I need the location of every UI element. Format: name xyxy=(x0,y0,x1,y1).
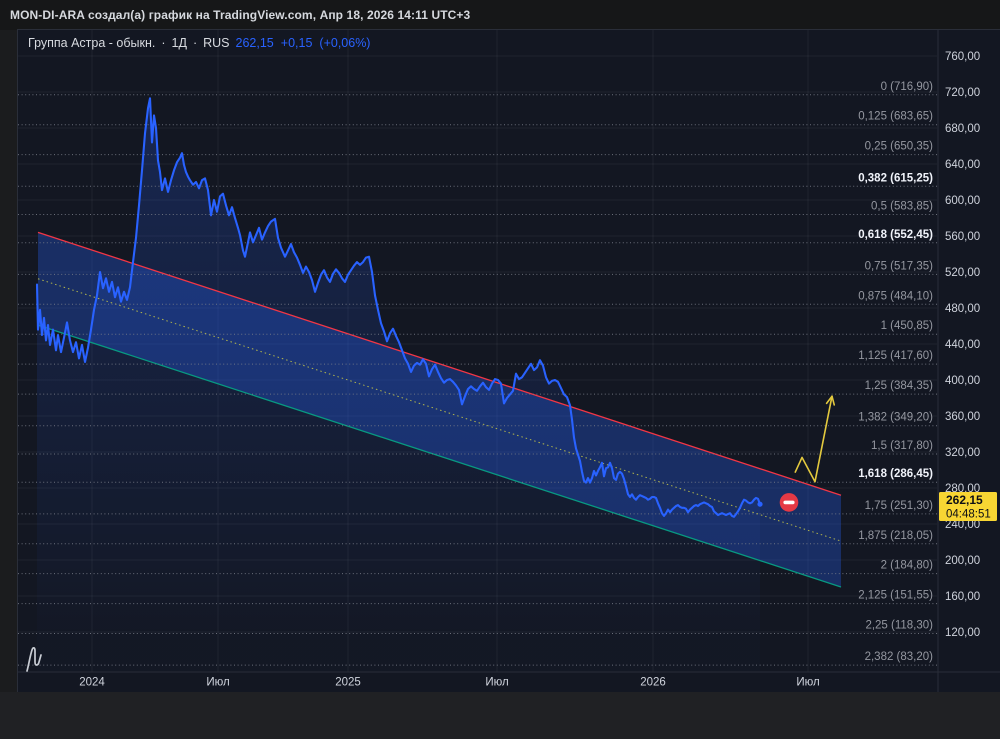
chart-canvas[interactable]: 0 (716,90) 0,125 (683,65) 0,25 (650,35) 0,3… xyxy=(18,30,1000,692)
symbol-title: Группа Астра - обыкн. xyxy=(28,36,156,50)
arrow-head xyxy=(831,395,836,406)
fib-level-label: 1,75 (251,30) xyxy=(865,500,934,512)
fib-level-label: 2 (184,80) xyxy=(881,560,934,572)
fib-level-label: 1 (450,85) xyxy=(881,320,934,332)
legend-separator: · xyxy=(161,36,166,50)
fib-level-label: 1,875 (218,05) xyxy=(858,530,933,542)
symbol-legend[interactable]: Группа Астра - обыкн. · 1Д · RUS 262,15 … xyxy=(28,30,370,56)
price-scale[interactable] xyxy=(938,30,1000,692)
price-area-fill xyxy=(37,98,760,672)
fib-level-label: 2,125 (151,55) xyxy=(858,590,933,602)
fib-level-label: 2,25 (118,30) xyxy=(865,620,933,632)
footer-bar: TradingView xyxy=(0,692,1000,739)
fib-level-label: 0,5 (583,85) xyxy=(871,201,933,213)
no-entry-bar xyxy=(783,500,795,505)
time-scale[interactable] xyxy=(18,672,1000,692)
last-price-value: 262,15 xyxy=(235,36,274,50)
price-change-percent: (+0,06%) xyxy=(319,36,371,50)
fib-level-label: 0,25 (650,35) xyxy=(865,141,934,153)
screenshot-canvas: MON-DI-ARA создал(а) график на TradingVi… xyxy=(0,0,1000,739)
exchange-label: RUS xyxy=(203,36,230,50)
attribution-text: MON-DI-ARA создал(а) график на TradingVi… xyxy=(10,8,471,22)
fib-level-label: 0,125 (683,65) xyxy=(858,111,933,123)
fib-level-label: 1,25 (384,35) xyxy=(865,380,934,392)
fib-level-label: 0,875 (484,10) xyxy=(858,290,933,302)
fib-level-label: 0,75 (517,35) xyxy=(865,260,934,272)
price-change-value: +0,15 xyxy=(280,36,313,50)
fib-level-label: 0,618 (552,45) xyxy=(858,229,933,241)
fib-level-label: 2,382 (83,20) xyxy=(865,651,934,663)
fib-level-label: 1,5 (317,80) xyxy=(871,440,933,452)
chart-window: Группа Астра - обыкн. · 1Д · RUS 262,15 … xyxy=(18,30,1000,692)
fib-level-label: 1,125 (417,60) xyxy=(858,350,933,362)
quote-values: 262,15 +0,15 (+0,06%) xyxy=(236,36,371,50)
arrow-annotation[interactable] xyxy=(794,396,833,483)
fib-level-label: 1,382 (349,20) xyxy=(858,412,933,424)
fib-level-label: 0 (716,90) xyxy=(881,81,934,93)
interval-label: 1Д xyxy=(171,36,187,50)
fib-level-label: 0,382 (615,25) xyxy=(858,172,933,184)
price-line-end-dot xyxy=(757,501,763,507)
fib-level-label: 1,618 (286,45) xyxy=(858,468,933,480)
attribution-bar: MON-DI-ARA создал(а) график на TradingVi… xyxy=(0,0,1000,30)
legend-separator2: · xyxy=(192,36,198,50)
